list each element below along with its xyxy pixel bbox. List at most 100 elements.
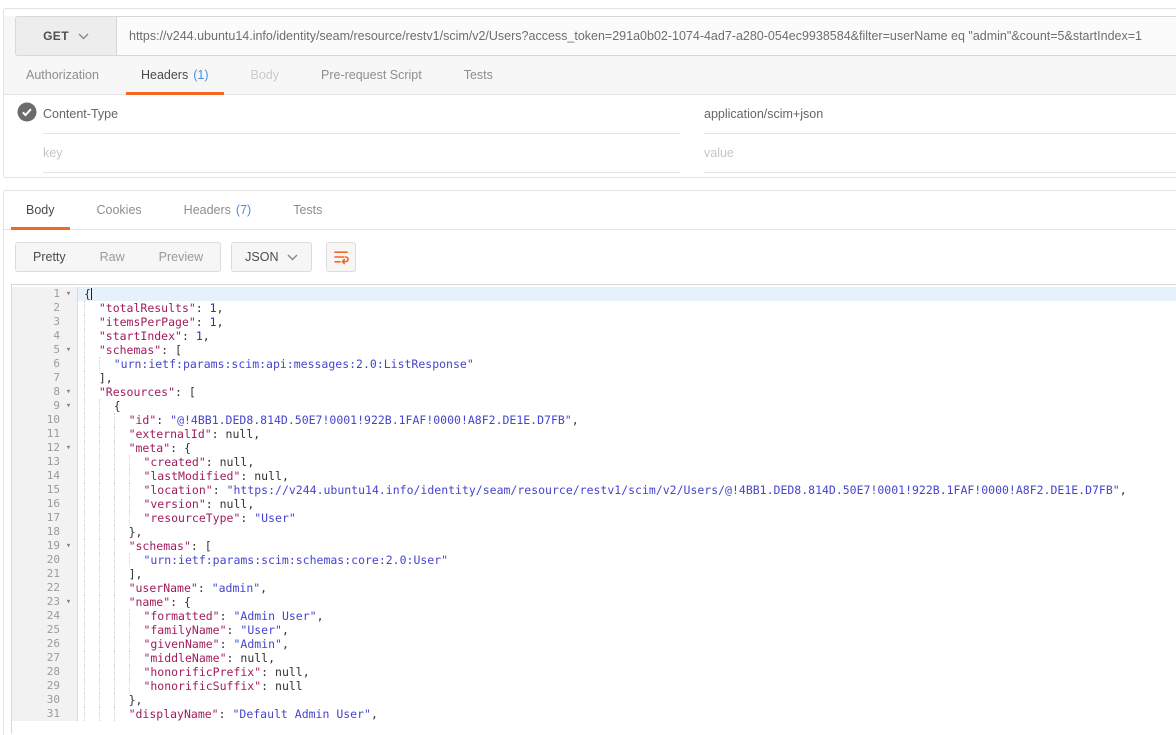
raw-button[interactable]: Raw — [83, 243, 142, 271]
indent-guide — [114, 455, 129, 469]
code-text: "urn:ietf:params:scim:schemas:core:2.0:U… — [78, 553, 1176, 567]
code-text: "honorificPrefix": null, — [78, 665, 1176, 679]
code-text: "givenName": "Admin", — [78, 637, 1176, 651]
indent-guide — [84, 665, 99, 679]
indent-guide — [84, 539, 99, 553]
fold-arrow-icon[interactable]: ▾ — [60, 287, 77, 301]
indent-guide — [99, 483, 114, 497]
fold-arrow-icon[interactable]: ▾ — [60, 441, 77, 455]
code-line: 3 "itemsPerPage": 1, — [12, 315, 1176, 329]
fold-arrow-icon[interactable]: ▾ — [60, 385, 77, 399]
line-number: 21 — [47, 567, 60, 581]
header-enabled-checkbox[interactable] — [17, 102, 37, 127]
code-line: 16 "version": null, — [12, 497, 1176, 511]
line-number: 29 — [47, 679, 60, 693]
tab-tests[interactable]: Tests — [449, 56, 508, 94]
code-line: 1▾{ — [12, 287, 1176, 301]
code-text: "schemas": [ — [78, 539, 1176, 553]
json-key: "name" — [129, 595, 171, 609]
tab-response-headers[interactable]: Headers (7) — [169, 191, 267, 229]
code-line: 23▾ "name": { — [12, 595, 1176, 609]
json-key: "lastModified" — [143, 469, 240, 483]
code-text: "resourceType": "User" — [78, 511, 1176, 525]
fold-arrow-icon[interactable]: ▾ — [60, 343, 77, 357]
code-text: "userName": "admin", — [78, 581, 1176, 595]
tab-pre-request-script[interactable]: Pre-request Script — [306, 56, 437, 94]
json-string: "Admin" — [233, 637, 281, 651]
line-number: 25 — [47, 623, 60, 637]
tab-cookies[interactable]: Cookies — [82, 191, 157, 229]
tab-headers[interactable]: Headers (1) — [126, 56, 224, 94]
fold-arrow-icon[interactable]: ▾ — [60, 595, 77, 609]
line-number: 28 — [47, 665, 60, 679]
wrap-text-button[interactable] — [326, 242, 356, 272]
header-key-input[interactable] — [43, 107, 680, 121]
tab-response-body[interactable]: Body — [11, 191, 70, 229]
indent-guide — [99, 581, 114, 595]
code-line: 29 "honorificSuffix": null — [12, 679, 1176, 693]
line-number: 18 — [47, 525, 60, 539]
indent-guide — [99, 595, 114, 609]
gutter: 30 — [12, 693, 78, 707]
line-number: 9 — [53, 399, 60, 413]
json-string: "urn:ietf:params:scim:api:messages:2.0:L… — [114, 357, 474, 371]
code-text: { — [78, 399, 1176, 413]
code-line: 2 "totalResults": 1, — [12, 301, 1176, 315]
pretty-button[interactable]: Pretty — [16, 243, 83, 271]
code-text: "schemas": [ — [78, 343, 1176, 357]
indent-guide — [84, 343, 99, 357]
code-text: }, — [78, 693, 1176, 707]
line-number: 17 — [47, 511, 60, 525]
json-null: null — [275, 679, 303, 693]
code-text: "urn:ietf:params:scim:api:messages:2.0:L… — [78, 357, 1176, 371]
code-text: "location": "https://v244.ubuntu14.info/… — [78, 483, 1176, 497]
fold-arrow-icon[interactable]: ▾ — [60, 399, 77, 413]
code-line: 10 "id": "@!4BB1.DED8.814D.50E7!0001!922… — [12, 413, 1176, 427]
line-number: 2 — [53, 301, 60, 315]
line-number: 30 — [47, 693, 60, 707]
gutter: 10 — [12, 413, 78, 427]
indent-guide — [84, 581, 99, 595]
response-body-editor[interactable]: 1▾{2 "totalResults": 1,3 "itemsPerPage":… — [11, 284, 1176, 734]
gutter: 21 — [12, 567, 78, 581]
method-label: GET — [43, 29, 69, 43]
new-header-value-input[interactable] — [704, 146, 1176, 160]
gutter: 25 — [12, 623, 78, 637]
gutter: 3 — [12, 315, 78, 329]
code-line: 7 ], — [12, 371, 1176, 385]
tab-response-tests[interactable]: Tests — [278, 191, 337, 229]
gutter: 31 — [12, 707, 78, 721]
code-line: 20 "urn:ietf:params:scim:schemas:core:2.… — [12, 553, 1176, 567]
method-select[interactable]: GET — [16, 17, 117, 55]
code-lines: 1▾{2 "totalResults": 1,3 "itemsPerPage":… — [12, 285, 1176, 721]
code-text: "middleName": null, — [78, 651, 1176, 665]
indent-guide — [84, 385, 99, 399]
line-number: 31 — [47, 707, 60, 721]
line-number: 13 — [47, 455, 60, 469]
fold-arrow-icon[interactable]: ▾ — [60, 539, 77, 553]
gutter: 9▾ — [12, 399, 78, 413]
new-header-key-input[interactable] — [43, 146, 680, 160]
gutter: 5▾ — [12, 343, 78, 357]
tab-authorization[interactable]: Authorization — [11, 56, 114, 94]
indent-guide — [99, 511, 114, 525]
indent-guide — [84, 441, 99, 455]
header-value-input[interactable] — [704, 107, 1176, 121]
indent-guide — [114, 427, 129, 441]
code-line: 27 "middleName": null, — [12, 651, 1176, 665]
url-input[interactable] — [117, 17, 1176, 55]
gutter: 23▾ — [12, 595, 78, 609]
indent-guide — [99, 469, 114, 483]
line-number: 6 — [53, 357, 60, 371]
code-text: "displayName": "Default Admin User", — [78, 707, 1176, 721]
indent-guide — [99, 413, 114, 427]
code-text: "honorificSuffix": null — [78, 679, 1176, 693]
tab-body[interactable]: Body — [236, 56, 295, 94]
json-null: null — [275, 665, 303, 679]
language-select[interactable]: JSON — [231, 242, 312, 272]
code-line: 28 "honorificPrefix": null, — [12, 665, 1176, 679]
indent-guide — [99, 623, 114, 637]
indent-guide — [129, 553, 144, 567]
gutter: 4 — [12, 329, 78, 343]
preview-button[interactable]: Preview — [142, 243, 220, 271]
